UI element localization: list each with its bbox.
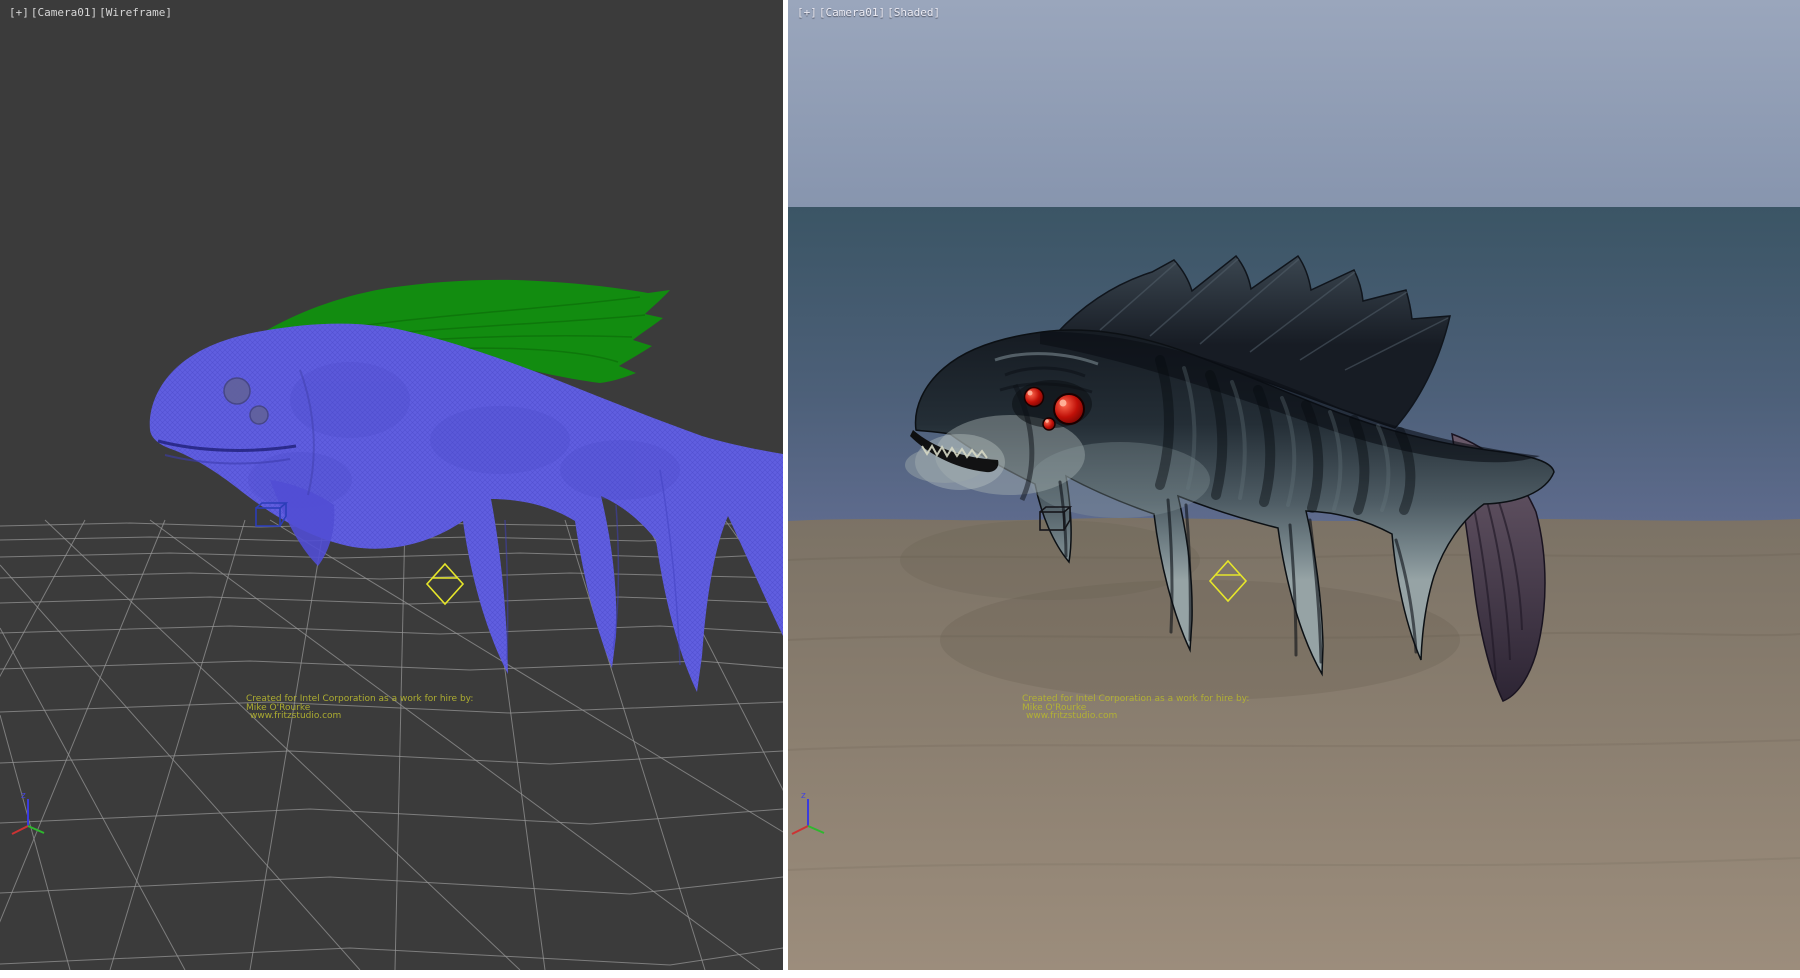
eye-small	[1043, 418, 1055, 430]
viewport-general-menu[interactable]: [+]	[797, 6, 817, 19]
svg-text:www.fritzstudio.com: www.fritzstudio.com	[250, 711, 341, 721]
axis-z-label: z	[21, 791, 26, 801]
viewport-shading-menu[interactable]: [Shaded]	[887, 6, 940, 19]
viewport-label-shaded: [+][Camera01][Shaded]	[797, 6, 942, 19]
app-window: Created for Intel Corporation as a work …	[0, 0, 1800, 978]
viewport-wireframe[interactable]: Created for Intel Corporation as a work …	[0, 0, 783, 970]
eye-medium	[1025, 388, 1044, 407]
viewport-general-menu[interactable]: [+]	[9, 6, 29, 19]
viewport-pov-menu[interactable]: [Camera01]	[819, 6, 885, 19]
viewport-pov-menu[interactable]: [Camera01]	[31, 6, 97, 19]
axis-z-label: z	[801, 791, 806, 801]
viewport-label-wireframe: [+][Camera01][Wireframe]	[9, 6, 174, 19]
svg-text:www.fritzstudio.com: www.fritzstudio.com	[1026, 711, 1117, 721]
viewport-shading-menu[interactable]: [Wireframe]	[99, 6, 172, 19]
viewport-shaded[interactable]: Created for Intel Corporation as a work …	[788, 0, 1800, 970]
sky	[788, 0, 1800, 210]
eye-large	[1054, 394, 1084, 424]
